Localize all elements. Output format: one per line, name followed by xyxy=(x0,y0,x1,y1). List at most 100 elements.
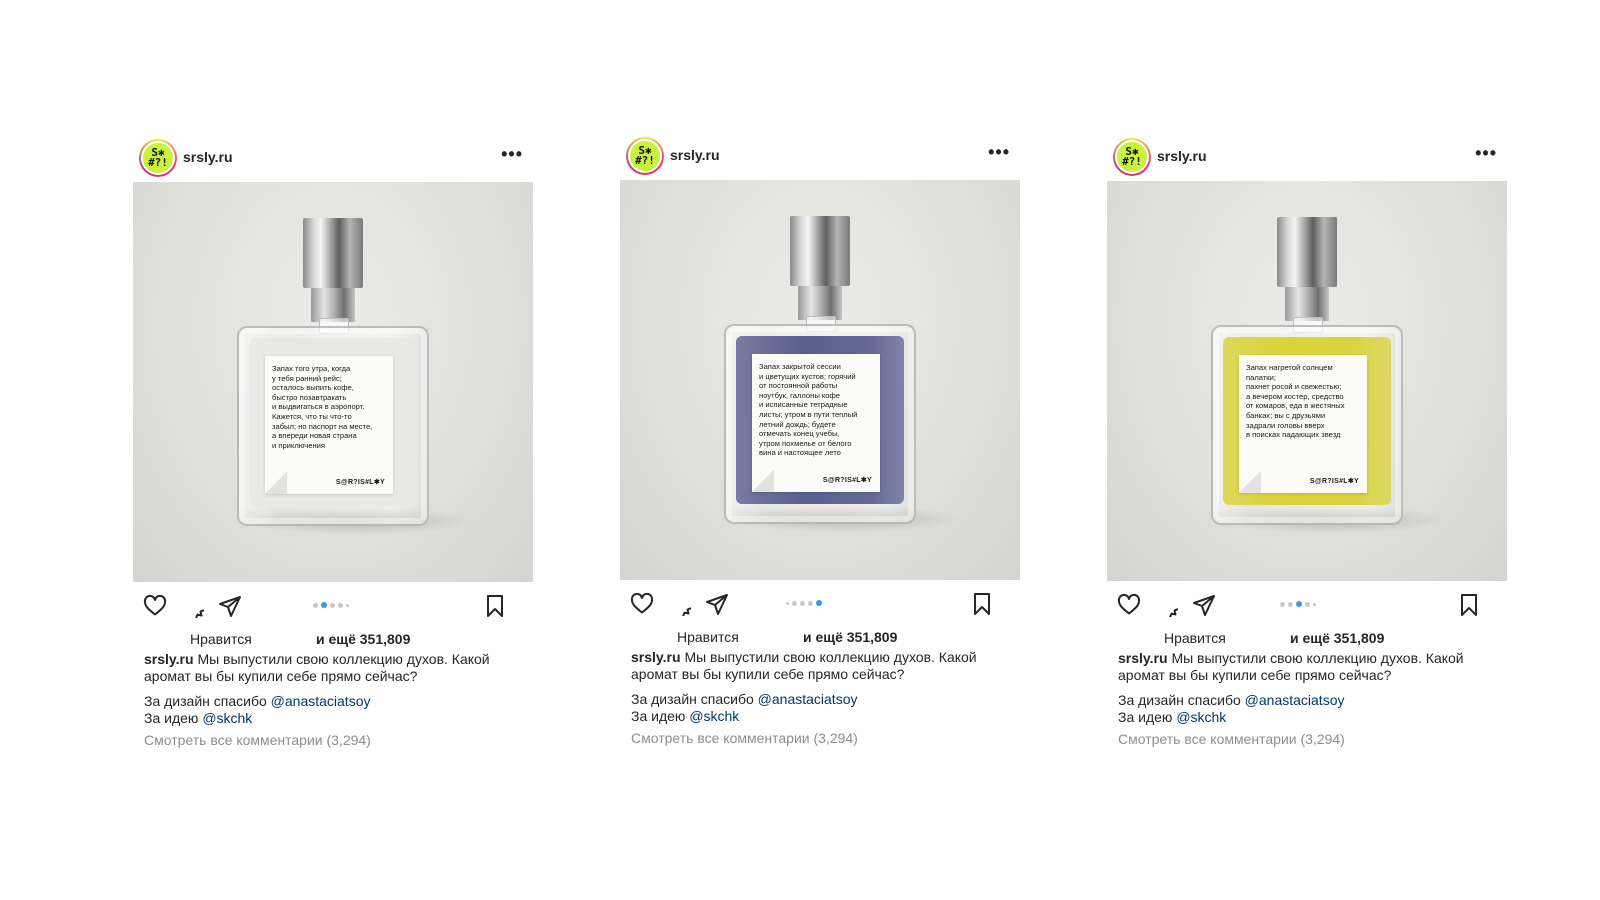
like-heart-icon[interactable] xyxy=(630,592,654,616)
share-paper-plane-icon[interactable] xyxy=(705,592,729,616)
carousel-dot xyxy=(1313,602,1316,606)
bookmark-icon[interactable] xyxy=(483,594,507,618)
comment-bubble-icon[interactable] xyxy=(667,592,691,616)
username-link[interactable]: srsly.ru xyxy=(183,149,233,165)
mention-link[interactable]: @skchk xyxy=(202,710,252,726)
caption-username[interactable]: srsly.ru xyxy=(1118,650,1168,666)
mention-link[interactable]: @anastaciatsoy xyxy=(271,693,371,709)
bottle-label-text: Запах того утра, когда у тебя ранний рей… xyxy=(272,364,373,450)
likes-label: Нравится xyxy=(190,631,252,647)
caption-text: Мы выпустили свою коллекцию духов. Какой… xyxy=(631,649,977,682)
avatar-logo: S✱ #?! xyxy=(141,141,175,175)
username-link[interactable]: srsly.ru xyxy=(670,147,720,163)
bottle-neck xyxy=(1285,287,1329,321)
credit-design-label: За дизайн спасибо xyxy=(631,691,754,707)
avatar[interactable]: S✱ #?! xyxy=(626,137,664,175)
likes-label: Нравится xyxy=(677,629,739,645)
avatar-logo-line: #?! xyxy=(1122,155,1142,168)
bottle-label-text: Запах нагретой солнцем палатки; пахнет р… xyxy=(1246,363,1345,440)
label-curl xyxy=(752,470,774,492)
perfume-bottle: Запах закрытой сессии и цветущих кустов;… xyxy=(724,324,916,524)
post-header: S✱ #?! srsly.ru ••• xyxy=(1107,137,1507,179)
username-link[interactable]: srsly.ru xyxy=(1157,148,1207,164)
bottle-label-brand: S@R?IS#L✱Y xyxy=(335,479,385,486)
post-header: S✱ #?! srsly.ru ••• xyxy=(620,136,1020,178)
bottle-cap xyxy=(303,218,363,288)
bookmark-icon[interactable] xyxy=(970,592,994,616)
likes-count[interactable]: и ещё 351,809 xyxy=(803,629,897,645)
carousel-indicator xyxy=(313,602,349,608)
likes-row: Нравится и ещё 351,809 xyxy=(133,631,533,649)
carousel-dot xyxy=(792,600,797,606)
view-comments-link[interactable]: Смотреть все комментарии (3,294) xyxy=(631,730,858,746)
carousel-dot xyxy=(330,602,335,608)
post-card: S✱ #?! srsly.ru ••• Запах нагретой солнц… xyxy=(1107,137,1507,747)
carousel-dot-active xyxy=(816,600,822,606)
comment-bubble-icon[interactable] xyxy=(180,594,204,618)
bottle-neck xyxy=(798,286,842,320)
more-dots-icon[interactable]: ••• xyxy=(1475,143,1497,164)
post-card: S✱ #?! srsly.ru ••• Запах закрытой сесси… xyxy=(620,136,1020,746)
bottle-label: Запах нагретой солнцем палатки; пахнет р… xyxy=(1239,355,1367,493)
caption-username[interactable]: srsly.ru xyxy=(144,651,194,667)
like-heart-icon[interactable] xyxy=(143,594,167,618)
post-card: S✱ #?! srsly.ru ••• Запах того утра, ког… xyxy=(133,138,533,748)
view-comments-link[interactable]: Смотреть все комментарии (3,294) xyxy=(144,732,371,748)
caption-username[interactable]: srsly.ru xyxy=(631,649,681,665)
carousel-dot xyxy=(346,603,349,607)
comment-bubble-icon[interactable] xyxy=(1154,593,1178,617)
credit-design-label: За дизайн спасибо xyxy=(1118,692,1241,708)
bottle-label: Запах того утра, когда у тебя ранний рей… xyxy=(265,356,393,494)
carousel-indicator xyxy=(786,600,822,606)
more-dots-icon[interactable]: ••• xyxy=(988,142,1010,163)
mention-link[interactable]: @skchk xyxy=(1176,709,1226,725)
bookmark-icon[interactable] xyxy=(1457,593,1481,617)
carousel-dot xyxy=(786,601,789,605)
post-caption: srsly.ru Мы выпустили свою коллекцию дух… xyxy=(144,651,494,685)
bottle-label-brand: S@R?IS#L✱Y xyxy=(1309,478,1359,485)
post-credits: За дизайн спасибо @anastaciatsoy За идею… xyxy=(1118,692,1344,726)
bottle-label-text: Запах закрытой сессии и цветущих кустов;… xyxy=(759,362,858,458)
mention-link[interactable]: @anastaciatsoy xyxy=(1245,692,1345,708)
post-actions xyxy=(620,580,1020,624)
likes-row: Нравится и ещё 351,809 xyxy=(1107,630,1507,648)
avatar-logo: S✱ #?! xyxy=(628,139,662,173)
post-image[interactable]: Запах того утра, когда у тебя ранний рей… xyxy=(133,182,533,582)
credit-idea-label: За идею xyxy=(1118,709,1173,725)
carousel-dot xyxy=(338,602,343,608)
post-credits: За дизайн спасибо @anastaciatsoy За идею… xyxy=(631,691,857,725)
post-image[interactable]: Запах закрытой сессии и цветущих кустов;… xyxy=(620,180,1020,580)
mention-link[interactable]: @anastaciatsoy xyxy=(758,691,858,707)
like-heart-icon[interactable] xyxy=(1117,593,1141,617)
share-paper-plane-icon[interactable] xyxy=(1192,593,1216,617)
bottle-label-brand: S@R?IS#L✱Y xyxy=(822,477,872,484)
carousel-dot xyxy=(808,600,813,606)
credit-idea-label: За идею xyxy=(631,708,686,724)
carousel-dot-active xyxy=(321,602,327,608)
likes-row: Нравится и ещё 351,809 xyxy=(620,629,1020,647)
post-header: S✱ #?! srsly.ru ••• xyxy=(133,138,533,180)
post-caption: srsly.ru Мы выпустили свою коллекцию дух… xyxy=(631,649,981,683)
more-dots-icon[interactable]: ••• xyxy=(501,144,523,165)
avatar-logo-line: #?! xyxy=(148,156,168,169)
carousel-dot xyxy=(313,602,318,608)
carousel-indicator xyxy=(1280,601,1316,607)
mention-link[interactable]: @skchk xyxy=(689,708,739,724)
share-paper-plane-icon[interactable] xyxy=(218,594,242,618)
post-caption: srsly.ru Мы выпустили свою коллекцию дух… xyxy=(1118,650,1468,684)
carousel-dot-active xyxy=(1296,601,1302,607)
carousel-dot xyxy=(1280,601,1285,607)
avatar-logo: S✱ #?! xyxy=(1115,140,1149,174)
post-credits: За дизайн спасибо @anastaciatsoy За идею… xyxy=(144,693,370,727)
avatar[interactable]: S✱ #?! xyxy=(139,139,177,177)
view-comments-link[interactable]: Смотреть все комментарии (3,294) xyxy=(1118,731,1345,747)
likes-label: Нравится xyxy=(1164,630,1226,646)
post-actions xyxy=(133,582,533,626)
perfume-bottle: Запах нагретой солнцем палатки; пахнет р… xyxy=(1211,325,1403,525)
likes-count[interactable]: и ещё 351,809 xyxy=(1290,630,1384,646)
caption-text: Мы выпустили свою коллекцию духов. Какой… xyxy=(1118,650,1464,683)
bottle-label: Запах закрытой сессии и цветущих кустов;… xyxy=(752,354,880,492)
avatar[interactable]: S✱ #?! xyxy=(1113,138,1151,176)
likes-count[interactable]: и ещё 351,809 xyxy=(316,631,410,647)
post-image[interactable]: Запах нагретой солнцем палатки; пахнет р… xyxy=(1107,181,1507,581)
